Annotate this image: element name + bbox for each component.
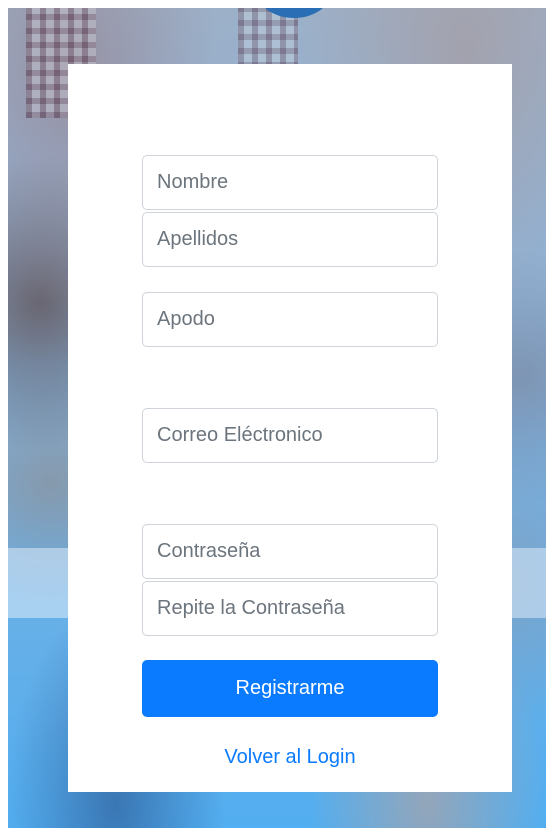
register-button[interactable]: Registrarme — [142, 660, 438, 717]
register-card: Registrarme Volver al Login — [68, 64, 512, 792]
page: Registrarme Volver al Login — [0, 0, 558, 838]
apodo-input[interactable] — [142, 292, 438, 347]
repeat-password-input[interactable] — [142, 581, 438, 636]
email-input[interactable] — [142, 408, 438, 463]
back-to-login-link[interactable]: Volver al Login — [68, 746, 512, 769]
nombre-input[interactable] — [142, 155, 438, 210]
password-input[interactable] — [142, 524, 438, 579]
apellidos-input[interactable] — [142, 212, 438, 267]
